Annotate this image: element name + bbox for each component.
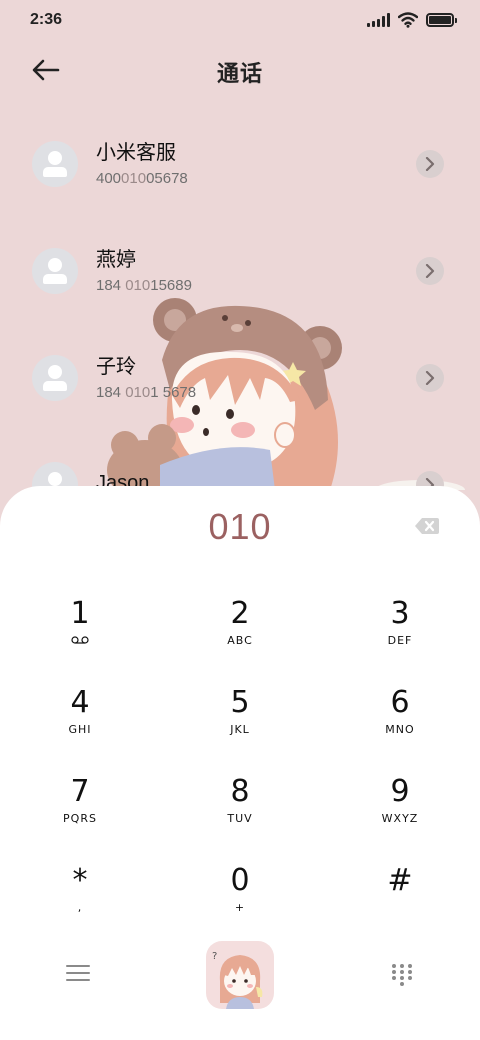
contact-number: 184 01015689: [96, 276, 192, 294]
key-3[interactable]: 3 DEF: [340, 596, 460, 676]
key-digit: 2: [230, 596, 250, 631]
key-4[interactable]: 4 GHI: [20, 685, 140, 765]
wifi-icon: [398, 12, 418, 28]
dialer-bottom-bar: ?: [0, 941, 480, 1011]
key-digit: 6: [390, 685, 410, 720]
avatar: [32, 354, 78, 401]
call-button[interactable]: ?: [206, 941, 274, 1009]
status-icons: [367, 12, 457, 28]
backspace-button[interactable]: [414, 516, 440, 536]
key-letters: PQRS: [63, 812, 97, 825]
key-letters: MNO: [385, 723, 415, 736]
dialpad-icon[interactable]: [392, 964, 412, 986]
key-letters: ,: [77, 901, 83, 914]
key-digit: 5: [230, 685, 250, 720]
key-1[interactable]: 1: [20, 596, 140, 676]
dialer-panel: 010 1 2 ABC 3 DEF 4 GHI 5 JKL 6 MNO 7 PQ…: [0, 486, 480, 1040]
chevron-right-icon: [425, 156, 435, 171]
dialed-number[interactable]: 010: [0, 506, 480, 548]
key-star[interactable]: * ,: [20, 863, 140, 943]
key-letters: +: [234, 901, 246, 914]
voicemail-icon: [71, 636, 89, 644]
contact-name: 小米客服: [96, 141, 176, 164]
key-digit: #: [387, 863, 413, 898]
key-letters: TUV: [227, 812, 253, 825]
key-0[interactable]: 0 +: [180, 863, 300, 943]
key-letters: DEF: [387, 634, 413, 647]
key-2[interactable]: 2 ABC: [180, 596, 300, 676]
chevron-right-icon: [425, 370, 435, 385]
contact-detail-button[interactable]: [416, 363, 444, 392]
key-6[interactable]: 6 MNO: [340, 685, 460, 765]
contact-name: 子玲: [96, 355, 136, 378]
menu-icon[interactable]: [66, 965, 90, 987]
call-button-illustration: ?: [212, 951, 263, 1009]
key-digit: 7: [70, 774, 90, 809]
contact-number: 40001005678: [96, 169, 188, 187]
avatar: [32, 140, 78, 187]
page-title: 通话: [216, 61, 263, 86]
contact-number: 184 0101 5678: [96, 383, 197, 401]
contact-detail-button[interactable]: [416, 149, 444, 178]
key-letters: ABC: [227, 634, 253, 647]
key-letters: [20, 634, 140, 647]
key-digit: 8: [230, 774, 250, 809]
svg-text:?: ?: [212, 951, 217, 962]
key-9[interactable]: 9 WXYZ: [340, 774, 460, 854]
chevron-right-icon: [425, 263, 435, 278]
backspace-icon: [415, 518, 439, 534]
key-digit: 1: [70, 596, 90, 631]
avatar: [32, 247, 78, 294]
contact-name: 燕婷: [96, 248, 136, 271]
key-digit: 0: [230, 863, 250, 898]
contact-detail-button[interactable]: [416, 256, 444, 285]
key-digit: 3: [390, 596, 410, 631]
key-5[interactable]: 5 JKL: [180, 685, 300, 765]
key-letters: JKL: [230, 723, 250, 736]
header: 通话: [0, 48, 480, 92]
contact-list: 小米客服 40001005678 燕婷 184 01015689 子玲 184 …: [0, 110, 480, 538]
contact-row[interactable]: 小米客服 40001005678: [0, 110, 480, 217]
battery-icon: [426, 13, 457, 27]
key-digit: 4: [70, 685, 90, 720]
contact-row[interactable]: 子玲 184 0101 5678: [0, 324, 480, 431]
key-8[interactable]: 8 TUV: [180, 774, 300, 854]
key-hash[interactable]: #: [340, 863, 460, 943]
key-digit: 9: [390, 774, 410, 809]
key-7[interactable]: 7 PQRS: [20, 774, 140, 854]
status-bar: 2:36: [0, 0, 480, 40]
key-letters: GHI: [68, 723, 92, 736]
signal-icon: [367, 13, 390, 27]
status-time: 2:36: [30, 11, 63, 28]
key-digit: *: [72, 863, 88, 898]
key-letters: WXYZ: [381, 812, 419, 825]
contact-row[interactable]: 燕婷 184 01015689: [0, 217, 480, 324]
